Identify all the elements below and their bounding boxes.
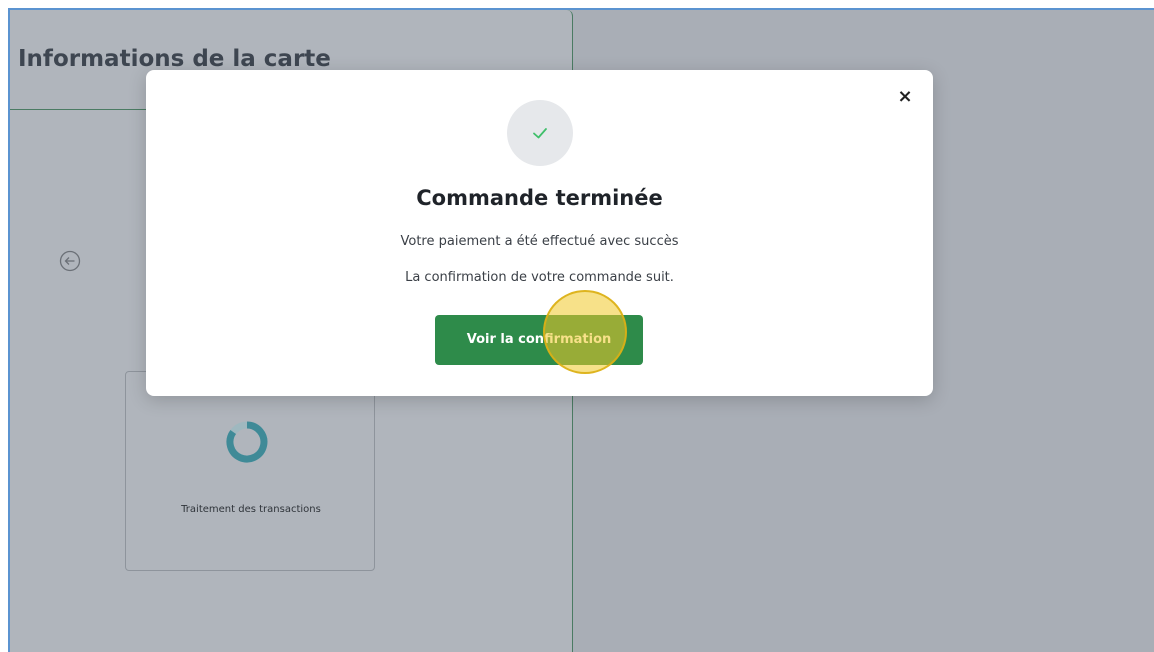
card-label: Traitement des transactions — [181, 504, 321, 515]
view-confirmation-button[interactable]: Voir la confirmation — [435, 315, 643, 365]
order-complete-dialog: × Commande terminée Votre paiement a été… — [146, 70, 933, 396]
confirmation-follows-text: La confirmation de votre commande suit. — [405, 270, 674, 285]
transaction-status-card: Traitement des transactions — [125, 371, 375, 571]
close-icon[interactable]: × — [894, 86, 916, 108]
dialog-title: Commande terminée — [416, 186, 663, 210]
arrow-left-circle-icon[interactable] — [59, 250, 81, 272]
success-badge — [507, 100, 573, 166]
loading-spinner-icon — [225, 420, 269, 464]
payment-success-text: Votre paiement a été effectué avec succè… — [400, 234, 679, 249]
page-title: Informations de la carte — [18, 46, 331, 72]
checkmark-icon — [533, 128, 547, 139]
